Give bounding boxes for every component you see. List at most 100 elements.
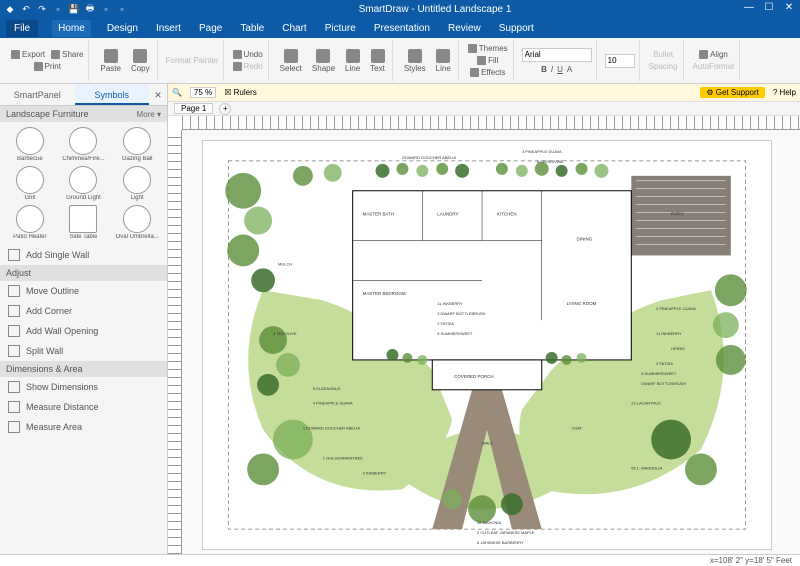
symbol-oval-umbrella[interactable]: Oval Umbrella... [111, 204, 163, 241]
landscape-drawing[interactable]: PATIO MASTER BATH LAUNDRY KITCHEN DINING [202, 140, 772, 550]
fill-button[interactable]: Fill [476, 55, 499, 66]
tab-symbols[interactable]: Symbols [75, 84, 150, 105]
font-size-selector[interactable] [605, 54, 635, 68]
paste-button[interactable]: Paste [97, 48, 123, 74]
underline-button[interactable]: U [557, 65, 563, 74]
tab-smartpanel[interactable]: SmartPanel [0, 84, 75, 105]
zoom-level[interactable]: 75 % [190, 87, 216, 98]
app-icon: ◆ [4, 3, 16, 15]
svg-text:2 FATSIA: 2 FATSIA [437, 321, 454, 326]
symbol-chiminea[interactable]: Chiminea/Fire... [58, 126, 110, 163]
italic-button[interactable]: I [551, 65, 553, 74]
symbol-barbecue[interactable]: Barbecue [4, 126, 56, 163]
new-icon[interactable]: ▫ [52, 3, 64, 15]
save-icon[interactable]: 💾 [68, 3, 80, 15]
shape-button[interactable]: Shape [309, 48, 338, 74]
workspace: SmartPanel Symbols ✕ Landscape Furniture… [0, 84, 800, 554]
add-corner[interactable]: Add Corner [0, 301, 167, 321]
export-button[interactable]: Export [10, 49, 46, 60]
add-page-button[interactable]: + [219, 103, 231, 115]
symbol-grill[interactable]: Grill [4, 165, 56, 202]
open-icon[interactable]: ▫ [100, 3, 112, 15]
page-tab-1[interactable]: Page 1 [174, 103, 213, 114]
menu-home[interactable]: Home [52, 20, 91, 37]
menu-table[interactable]: Table [238, 21, 266, 36]
bullet-button: Bullet [652, 49, 674, 60]
get-support-button[interactable]: ⚙ Get Support [700, 87, 765, 98]
export-icon[interactable]: ▫ [116, 3, 128, 15]
ribbon: Export Share Print Paste Copy Format Pai… [0, 38, 800, 84]
side-tabs: SmartPanel Symbols ✕ [0, 84, 167, 106]
menu-insert[interactable]: Insert [154, 21, 183, 36]
split-wall[interactable]: Split Wall [0, 341, 167, 361]
symbol-patio-heater[interactable]: Patio Heater [4, 204, 56, 241]
symbol-side-table[interactable]: Side Table [58, 204, 110, 241]
svg-text:4 PINEAPPLE GUAVA: 4 PINEAPPLE GUAVA [313, 401, 353, 406]
undo-icon[interactable]: ↶ [20, 3, 32, 15]
measure-distance[interactable]: Measure Distance [0, 397, 167, 417]
redo-icon[interactable]: ↷ [36, 3, 48, 15]
statusbar: x=108' 2" y=18' 5" Feet [0, 554, 800, 566]
share-button[interactable]: Share [50, 49, 84, 60]
line2-button[interactable]: Line [433, 48, 454, 74]
menu-review[interactable]: Review [446, 21, 483, 36]
styles-button[interactable]: Styles [401, 48, 429, 74]
svg-text:11 INKBERRY: 11 INKBERRY [656, 331, 682, 336]
page-bar: Page 1 + [168, 102, 800, 116]
menu-picture[interactable]: Picture [323, 21, 358, 36]
print-icon[interactable]: 🖶 [84, 3, 96, 15]
menu-support[interactable]: Support [497, 21, 536, 36]
add-wall-opening[interactable]: Add Wall Opening [0, 321, 167, 341]
select-button[interactable]: Select [277, 48, 305, 74]
rulers-toggle[interactable]: ☒ Rulers [224, 88, 257, 97]
svg-text:6 CROSSVINE: 6 CROSSVINE [537, 159, 564, 164]
line-button[interactable]: Line [342, 48, 363, 74]
section-title: Landscape Furniture [6, 109, 89, 119]
maximize-button[interactable]: ☐ [762, 2, 776, 16]
text-button[interactable]: Text [367, 48, 388, 74]
file-menu[interactable]: File [6, 20, 38, 37]
add-single-wall[interactable]: Add Single Wall [0, 245, 167, 265]
svg-text:3 TEA OLIVE: 3 TEA OLIVE [273, 331, 297, 336]
close-button[interactable]: ✕ [782, 2, 796, 16]
undo-button[interactable]: Undo [232, 49, 264, 60]
svg-text:COVERED PORCH: COVERED PORCH [454, 374, 493, 379]
help-button[interactable]: ? Help [773, 88, 796, 97]
svg-text:2 PINEAPPLE GUAVA: 2 PINEAPPLE GUAVA [656, 306, 696, 311]
section-adjust: Adjust [0, 265, 167, 281]
symbol-light[interactable]: Light [111, 165, 163, 202]
minimize-button[interactable]: — [742, 2, 756, 16]
symbol-gazing-ball[interactable]: Gazing Ball [111, 126, 163, 163]
svg-text:11 INKBERRY: 11 INKBERRY [437, 301, 463, 306]
menu-design[interactable]: Design [105, 21, 140, 36]
svg-text:9 INKBERRY: 9 INKBERRY [363, 470, 387, 475]
svg-text:23 LACANTHUS: 23 LACANTHUS [631, 401, 661, 406]
symbol-ground-light[interactable]: Ground Light [58, 165, 110, 202]
search-icon[interactable]: 🔍 [172, 88, 182, 97]
more-button[interactable]: More ▾ [137, 110, 161, 119]
svg-text:6 JAPANESE BARBERRY: 6 JAPANESE BARBERRY [477, 540, 524, 545]
close-panel-icon[interactable]: ✕ [149, 84, 167, 105]
font-selector[interactable] [522, 48, 592, 62]
menu-page[interactable]: Page [197, 21, 224, 36]
svg-text:DWARF BOTTLEBRUSH: DWARF BOTTLEBRUSH [641, 381, 686, 386]
themes-button[interactable]: Themes [467, 43, 509, 54]
move-outline[interactable]: Move Outline [0, 281, 167, 301]
svg-text:MASTER BATH: MASTER BATH [363, 212, 394, 217]
effects-button[interactable]: Effects [469, 67, 506, 78]
window-title: SmartDraw - Untitled Landscape 1 [128, 4, 742, 15]
align-button[interactable]: Align [698, 49, 729, 60]
measure-area[interactable]: Measure Area [0, 417, 167, 437]
menu-presentation[interactable]: Presentation [372, 21, 432, 36]
svg-text:3 DWARF BOTTLEBRUSH: 3 DWARF BOTTLEBRUSH [437, 311, 485, 316]
bold-button[interactable]: B [541, 65, 547, 74]
drawing-canvas[interactable]: PATIO MASTER BATH LAUNDRY KITCHEN DINING [182, 130, 800, 554]
menu-chart[interactable]: Chart [280, 21, 308, 36]
show-dimensions[interactable]: Show Dimensions [0, 377, 167, 397]
print-button[interactable]: Print [33, 61, 62, 72]
svg-text:WALK: WALK [482, 441, 493, 446]
font-color-button[interactable]: A [567, 65, 572, 74]
titlebar: ◆ ↶ ↷ ▫ 💾 🖶 ▫ ▫ SmartDraw - Untitled Lan… [0, 0, 800, 18]
copy-button[interactable]: Copy [128, 48, 153, 74]
svg-text:PATIO: PATIO [671, 212, 684, 217]
